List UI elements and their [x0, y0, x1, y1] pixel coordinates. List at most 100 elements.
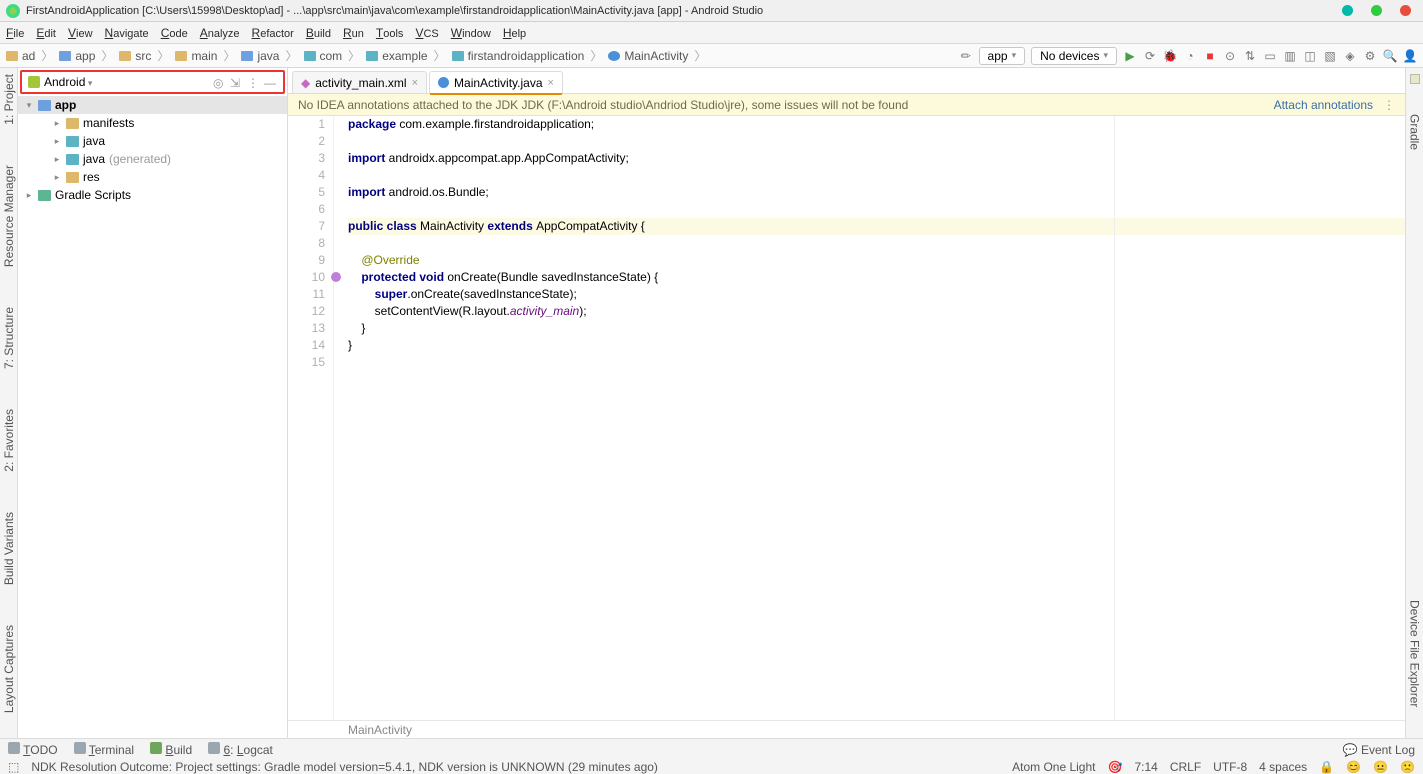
- tree-item-manifests[interactable]: ▸manifests: [18, 114, 287, 132]
- sdk-icon[interactable]: ▥: [1283, 49, 1297, 63]
- event-log-tab[interactable]: 💬 Event Log: [1343, 743, 1415, 757]
- profiler-icon[interactable]: ◔: [1183, 49, 1197, 63]
- tree-item-java[interactable]: ▸java: [18, 132, 287, 150]
- emoji-smile[interactable]: 😊: [1346, 760, 1361, 774]
- status-emoji1: 🎯: [1108, 760, 1123, 774]
- status-msg: NDK Resolution Outcome: Project settings…: [31, 760, 658, 774]
- editor-tab-MainActivity-java[interactable]: MainActivity.java×: [429, 71, 563, 93]
- project-panel: Android ◎ ⇲ ⋮ — ▾ app ▸manifests▸java▸ja…: [18, 68, 288, 738]
- resource-manager-icon[interactable]: ▧: [1323, 49, 1337, 63]
- banner-close-icon[interactable]: ⋮: [1383, 98, 1395, 112]
- debug-icon[interactable]: 🐞: [1163, 49, 1177, 63]
- menu-run[interactable]: Run: [343, 26, 364, 40]
- settings-icon[interactable]: ⋮: [247, 76, 260, 89]
- status-eol[interactable]: CRLF: [1170, 760, 1201, 774]
- editor-tabs: ◆activity_main.xml×MainActivity.java×: [288, 68, 1405, 94]
- attach-icon[interactable]: ⊙: [1223, 49, 1237, 63]
- left-strip-structure[interactable]: 7: Structure: [2, 307, 16, 369]
- close-dot[interactable]: [1400, 5, 1411, 16]
- right-strip-device-file-explorer[interactable]: Device File Explorer: [1408, 600, 1422, 707]
- menu-view[interactable]: View: [68, 26, 93, 40]
- editor-tab-activity_main-xml[interactable]: ◆activity_main.xml×: [292, 71, 427, 93]
- margin-guide: [1114, 116, 1115, 720]
- inspection-indicator[interactable]: [1410, 74, 1420, 84]
- tree-gradle[interactable]: ▸ Gradle Scripts: [18, 186, 287, 204]
- code-text[interactable]: package com.example.firstandroidapplicat…: [334, 116, 1405, 720]
- menu-vcs[interactable]: VCS: [415, 26, 438, 40]
- editor-pane: ◆activity_main.xml×MainActivity.java× No…: [288, 68, 1405, 738]
- editor-banner: No IDEA annotations attached to the JDK …: [288, 94, 1405, 116]
- app-inspection-icon[interactable]: ◈: [1343, 49, 1357, 63]
- project-view-selector[interactable]: Android ◎ ⇲ ⋮ —: [20, 70, 285, 94]
- left-strip-layout-captures[interactable]: Layout Captures: [2, 625, 16, 713]
- window-controls: [1342, 5, 1417, 16]
- workspace: 1: Project Resource Manager 7: Structure 2:…: [0, 68, 1423, 738]
- status-pos[interactable]: 7:14: [1134, 760, 1157, 774]
- collapse-icon[interactable]: ⇲: [230, 76, 243, 89]
- stop-icon[interactable]: ■: [1203, 49, 1217, 63]
- tool-tab-logcat[interactable]: 6: Logcat: [208, 742, 273, 757]
- menu-tools[interactable]: Tools: [376, 26, 404, 40]
- assistant-icon[interactable]: ⚙: [1363, 49, 1377, 63]
- title-bar: FirstAndroidApplication [C:\Users\15998\…: [0, 0, 1423, 22]
- project-tree[interactable]: ▾ app ▸manifests▸java▸java (generated)▸r…: [18, 94, 287, 738]
- min-dot[interactable]: [1342, 5, 1353, 16]
- menu-refactor[interactable]: Refactor: [252, 26, 294, 40]
- status-bar: ⬚ NDK Resolution Outcome: Project settin…: [0, 760, 1423, 774]
- emoji-neutral[interactable]: 😐: [1373, 760, 1388, 774]
- tree-item-java-gen[interactable]: ▸java (generated): [18, 150, 287, 168]
- menu-navigate[interactable]: Navigate: [105, 26, 149, 40]
- code-area[interactable]: 123456789101112131415 package com.exampl…: [288, 116, 1405, 720]
- left-strip-build-variants[interactable]: Build Variants: [2, 512, 16, 585]
- hide-icon[interactable]: —: [264, 76, 277, 89]
- tree-root-label: app: [55, 98, 76, 112]
- device-select[interactable]: No devices: [1031, 47, 1117, 65]
- search-everywhere-icon[interactable]: 🔍: [1383, 49, 1397, 63]
- layout-inspector-icon[interactable]: ◫: [1303, 49, 1317, 63]
- menu-window[interactable]: Window: [451, 26, 491, 40]
- tool-tab-terminal[interactable]: Terminal: [74, 742, 134, 757]
- breadcrumb[interactable]: ad〉app〉src〉main〉java〉com〉example〉firstan…: [6, 47, 959, 64]
- left-strip-project[interactable]: 1: Project: [2, 74, 16, 125]
- menu-analyze[interactable]: Analyze: [200, 26, 240, 40]
- left-strip-resource-manager[interactable]: Resource Manager: [2, 165, 16, 267]
- apply-changes-icon[interactable]: ⟳: [1143, 49, 1157, 63]
- menu-file[interactable]: File: [6, 26, 24, 40]
- max-dot[interactable]: [1371, 5, 1382, 16]
- run-icon[interactable]: ▶: [1123, 49, 1137, 63]
- tab-close-icon[interactable]: ×: [412, 77, 418, 89]
- menu-build[interactable]: Build: [306, 26, 331, 40]
- android-icon: [28, 76, 40, 88]
- editor-breadcrumb[interactable]: MainActivity: [288, 720, 1405, 738]
- run-config-select[interactable]: app: [979, 47, 1026, 65]
- right-strip-gradle[interactable]: Gradle: [1408, 114, 1422, 150]
- avd-icon[interactable]: ▭: [1263, 49, 1277, 63]
- tree-gradle-label: Gradle Scripts: [55, 188, 131, 202]
- nav-row: ad〉app〉src〉main〉java〉com〉example〉firstan…: [0, 44, 1423, 68]
- menu-help[interactable]: Help: [503, 26, 526, 40]
- tool-tab-build[interactable]: Build: [150, 742, 192, 757]
- gutter: 123456789101112131415: [288, 116, 334, 720]
- tool-tab-todo[interactable]: TODO: [8, 742, 58, 757]
- status-indent[interactable]: 4 spaces: [1259, 760, 1307, 774]
- status-scheme[interactable]: Atom One Light: [1012, 760, 1095, 774]
- tree-item-res[interactable]: ▸res: [18, 168, 287, 186]
- left-tool-strip: 1: Project Resource Manager 7: Structure 2:…: [0, 68, 18, 738]
- tab-close-icon[interactable]: ×: [548, 77, 554, 89]
- edit-config-icon[interactable]: ✎: [956, 46, 976, 66]
- status-enc[interactable]: UTF-8: [1213, 760, 1247, 774]
- bottom-tool-tabs: TODO Terminal Build 6: Logcat 💬 Event Lo…: [0, 738, 1423, 760]
- banner-msg: No IDEA annotations attached to the JDK …: [298, 98, 908, 112]
- tree-root[interactable]: ▾ app: [18, 96, 287, 114]
- sync-icon[interactable]: ⇅: [1243, 49, 1257, 63]
- menu-bar: File Edit View Navigate Code Analyze Refactor B…: [0, 22, 1423, 44]
- target-icon[interactable]: ◎: [213, 76, 226, 89]
- user-icon[interactable]: 👤: [1403, 49, 1417, 63]
- app-icon: [6, 4, 20, 18]
- menu-edit[interactable]: Edit: [36, 26, 56, 40]
- lock-icon[interactable]: 🔒: [1319, 760, 1334, 774]
- emoji-sad[interactable]: 🙁: [1400, 760, 1415, 774]
- banner-action[interactable]: Attach annotations: [1274, 98, 1373, 112]
- menu-code[interactable]: Code: [161, 26, 188, 40]
- left-strip-favorites[interactable]: 2: Favorites: [2, 409, 16, 472]
